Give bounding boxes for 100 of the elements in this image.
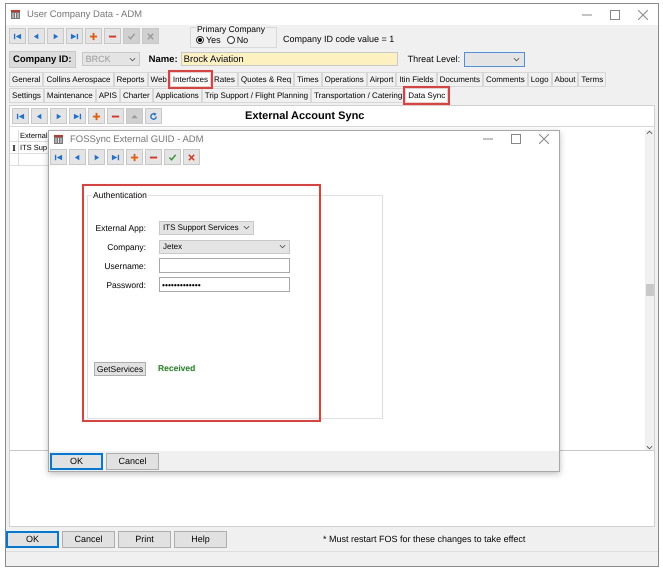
input-field[interactable]: [159, 258, 290, 273]
field-label: External App:: [94, 222, 146, 232]
next-icon: [92, 152, 101, 162]
check-icon: [168, 152, 177, 162]
dialog-button[interactable]: Print: [118, 530, 171, 548]
caret-icon: [513, 56, 520, 62]
dialog-button[interactable]: Cancel: [62, 530, 115, 548]
tab[interactable]: Reports: [114, 72, 148, 87]
dialog-title: FOSSync External GUID - ADM: [70, 134, 204, 144]
maximize-icon: [511, 134, 521, 144]
tab[interactable]: Airport: [366, 72, 396, 87]
plus-icon: [130, 152, 139, 162]
tab[interactable]: Times: [294, 72, 322, 87]
threat-level-dropdown[interactable]: [464, 52, 526, 66]
scrollbar[interactable]: [645, 130, 654, 450]
field-label: Company:: [106, 242, 146, 252]
tab[interactable]: Charter: [120, 88, 153, 103]
maximize-icon: [610, 10, 620, 20]
tab[interactable]: Operations: [322, 72, 367, 87]
get-services-button[interactable]: GetServices: [94, 362, 146, 376]
first-record-icon: [16, 112, 25, 120]
note-text: * Must restart FOS for these changes to take effect: [323, 534, 526, 544]
tab[interactable]: Comments: [483, 72, 528, 87]
radio-button[interactable]: Yes: [196, 34, 221, 44]
tab[interactable]: Data Sync: [405, 88, 448, 103]
toolbar-button[interactable]: [107, 108, 124, 124]
check-icon: [127, 32, 136, 40]
scroll-up-icon: [646, 130, 653, 135]
scrollbar-thumb[interactable]: [646, 284, 654, 296]
tab[interactable]: APIS: [96, 88, 120, 103]
dialog-button[interactable]: OK: [50, 452, 103, 470]
caret-icon: [128, 56, 136, 62]
toolbar-button[interactable]: [164, 149, 181, 165]
toolbar-button[interactable]: [9, 28, 26, 44]
plus-icon: [92, 112, 101, 120]
toolbar-button[interactable]: [126, 149, 143, 165]
toolbar-button[interactable]: [104, 28, 121, 44]
toolbar-button[interactable]: [50, 149, 67, 165]
field-label: Password:: [105, 280, 146, 290]
field-label: Username:: [103, 260, 146, 270]
tab[interactable]: Documents: [436, 72, 484, 87]
toolbar-button[interactable]: [88, 108, 105, 124]
last-record-icon: [70, 32, 79, 40]
tab[interactable]: Logo: [528, 72, 552, 87]
dialog-button[interactable]: Cancel: [106, 452, 159, 470]
tab[interactable]: Quotes & Req: [238, 72, 294, 87]
tab[interactable]: About: [552, 72, 578, 87]
tab[interactable]: General: [9, 72, 44, 87]
toolbar-button[interactable]: [12, 108, 29, 124]
caret-icon: [279, 244, 286, 249]
tab[interactable]: Web: [148, 72, 170, 87]
tab[interactable]: Settings: [9, 88, 44, 103]
next-icon: [51, 32, 60, 40]
toolbar-button[interactable]: [31, 108, 48, 124]
toolbar-button[interactable]: [69, 149, 86, 165]
caret-icon: [242, 225, 250, 230]
toolbar-button[interactable]: [50, 108, 67, 124]
toolbar-button[interactable]: [145, 108, 162, 124]
name-field[interactable]: Brock Aviation: [180, 52, 398, 66]
tab[interactable]: Interfaces: [170, 72, 211, 87]
dialog-button[interactable]: Help: [174, 530, 227, 548]
field-label: Name:: [148, 54, 178, 64]
toolbar-button[interactable]: [69, 108, 86, 124]
app-icon: [10, 9, 21, 20]
group-title: Authentication: [92, 190, 148, 200]
field-label: Threat Level:: [408, 54, 460, 64]
toolbar-button[interactable]: [66, 28, 83, 44]
close-icon: [146, 32, 155, 40]
first-record-icon: [13, 32, 22, 40]
plus-icon: [89, 32, 98, 40]
close-icon: [638, 10, 648, 20]
toolbar-button[interactable]: [107, 149, 124, 165]
last-record-icon: [111, 152, 120, 162]
toolbar-button[interactable]: [88, 149, 105, 165]
tab[interactable]: Trip Support / Flight Planning: [202, 88, 312, 103]
close-icon: [539, 134, 549, 144]
scroll-down-icon: [646, 445, 653, 450]
radio-button[interactable]: No: [226, 34, 248, 44]
field-label: Company ID:: [9, 50, 76, 68]
tab[interactable]: Collins Aerospace: [43, 72, 114, 87]
dropdown[interactable]: ITS Support Services: [159, 220, 254, 234]
dropdown[interactable]: Jetex: [159, 240, 290, 254]
tab[interactable]: Applications: [152, 88, 202, 103]
code-value-text: Company ID code value = 1: [283, 34, 394, 44]
first-record-icon: [54, 152, 63, 162]
section-title: External Account Sync: [245, 110, 364, 122]
window-title: User Company Data - ADM: [27, 9, 142, 20]
toolbar-button[interactable]: [28, 28, 45, 44]
toolbar-button[interactable]: [145, 149, 162, 165]
dialog-button[interactable]: OK: [6, 530, 59, 548]
input-field[interactable]: •••••••••••••: [159, 277, 290, 292]
toolbar-button[interactable]: [183, 149, 200, 165]
tab[interactable]: Terms: [578, 72, 606, 87]
tab[interactable]: Maintenance: [44, 88, 96, 103]
toolbar-button[interactable]: [47, 28, 64, 44]
tab[interactable]: Transportation / Catering: [311, 88, 406, 103]
tab[interactable]: Itin Fields: [396, 72, 437, 87]
previous-icon: [73, 152, 82, 162]
toolbar-button[interactable]: [85, 28, 102, 44]
group-label: Primary Company: [196, 24, 266, 34]
